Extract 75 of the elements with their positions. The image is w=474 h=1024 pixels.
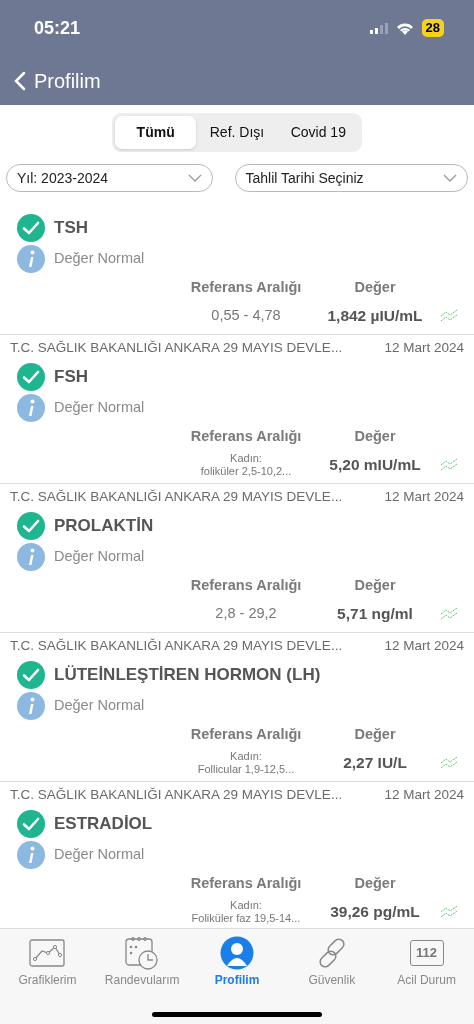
dropdown[interactable]: Yıl: 2023-2024: [6, 164, 213, 192]
back-chevron-icon: [14, 70, 26, 91]
column-label: Değer: [354, 576, 396, 596]
test-date: 12 Mart 2024: [384, 338, 464, 357]
column-label: Değer: [354, 427, 396, 447]
test-name: FSH: [54, 366, 88, 389]
status-text: Değer Normal: [54, 845, 145, 865]
column-label: Referans Aralığı: [190, 725, 302, 745]
tab-bar-item[interactable]: Randevularım: [94, 929, 190, 990]
segment-tab[interactable]: Covid 19: [277, 116, 359, 149]
result-value: 2,27 IU/L: [343, 753, 407, 774]
test-name: PROLAKTİN: [54, 515, 154, 538]
reference-range: Kadın: Foliküler faz 19,5-14...: [191, 898, 301, 926]
column-label: Değer: [354, 874, 396, 894]
test-name: LÜTEİNLEŞTİREN HORMON (LH): [54, 664, 321, 687]
emergency-icon: 112: [409, 940, 444, 966]
reference-range: Kadın: foliküler 2,5-10,2...: [200, 451, 292, 479]
trend-icon[interactable]: [440, 607, 458, 621]
reference-range: 2,8 - 29,2: [215, 604, 277, 624]
status-text: Değer Normal: [54, 249, 145, 269]
chevron-down-icon: [443, 174, 457, 182]
check-icon: [16, 660, 46, 690]
battery-level: 28: [421, 19, 444, 37]
trend-icon[interactable]: [440, 905, 458, 919]
status-time: 05:21: [34, 16, 81, 40]
result-value: 5,20 mIU/mL: [329, 455, 421, 476]
test-name: TSH: [54, 217, 88, 240]
signal-icon: [369, 22, 388, 34]
tab-bar-item[interactable]: Grafiklerim: [0, 929, 95, 990]
check-icon: [16, 511, 46, 541]
trend-icon[interactable]: [440, 756, 458, 770]
info-icon: [16, 691, 46, 721]
dropdown[interactable]: Tahlil Tarihi Seçiniz: [234, 164, 468, 192]
column-label: Değer: [354, 278, 396, 298]
column-label: Referans Aralığı: [190, 278, 302, 298]
test-date: 12 Mart 2024: [384, 785, 464, 804]
back-button[interactable]: Profilim: [14, 65, 101, 96]
result-value: 1,842 µIU/mL: [327, 306, 423, 327]
result-value: 5,71 ng/ml: [337, 604, 413, 625]
info-icon: [16, 542, 46, 572]
tab-bar-item[interactable]: Profilim: [189, 929, 285, 990]
tab-bar-item[interactable]: Güvenlik: [284, 929, 380, 990]
info-icon: [16, 244, 46, 274]
check-icon: [16, 213, 46, 243]
info-icon: [16, 840, 46, 870]
chevron-down-icon: [187, 174, 202, 182]
reference-range: 0,55 - 4,78: [211, 306, 281, 326]
info-icon: [16, 393, 46, 423]
test-date: 12 Mart 2024: [384, 636, 464, 655]
column-label: Referans Aralığı: [190, 874, 302, 894]
hospital-name: T.C. SAĞLIK BAKANLIĞI ANKARA 29 MAYIS DEVLE...: [10, 785, 343, 804]
chart-icon: [29, 939, 66, 967]
segment-tab[interactable]: Ref. Dışı: [196, 116, 278, 149]
result-value: 39,26 pg/mL: [330, 902, 420, 923]
column-label: Referans Aralığı: [190, 427, 302, 447]
status-text: Değer Normal: [54, 547, 145, 567]
trend-icon[interactable]: [440, 309, 458, 323]
reference-range: Kadın: Follicular 1,9-12,5...: [197, 749, 295, 777]
status-text: Değer Normal: [54, 398, 145, 418]
column-label: Referans Aralığı: [190, 576, 302, 596]
hospital-name: T.C. SAĞLIK BAKANLIĞI ANKARA 29 MAYIS DEVLE...: [10, 338, 343, 357]
segment-tab[interactable]: Tümü: [115, 116, 197, 149]
trend-icon[interactable]: [440, 458, 458, 472]
column-label: Değer: [354, 725, 396, 745]
hospital-name: T.C. SAĞLIK BAKANLIĞI ANKARA 29 MAYIS DEVLE...: [10, 636, 343, 655]
calendar-clock-icon: [124, 936, 161, 970]
test-date: 12 Mart 2024: [384, 487, 464, 506]
tab-bar-item[interactable]: 112 Acil Durum: [379, 929, 474, 990]
profile-icon: [220, 936, 254, 970]
test-name: ESTRADİOL: [54, 813, 153, 836]
status-text: Değer Normal: [54, 696, 145, 716]
check-icon: [16, 362, 46, 392]
check-icon: [16, 809, 46, 839]
hospital-name: T.C. SAĞLIK BAKANLIĞI ANKARA 29 MAYIS DEVLE...: [10, 487, 343, 506]
wifi-icon: [395, 21, 414, 35]
